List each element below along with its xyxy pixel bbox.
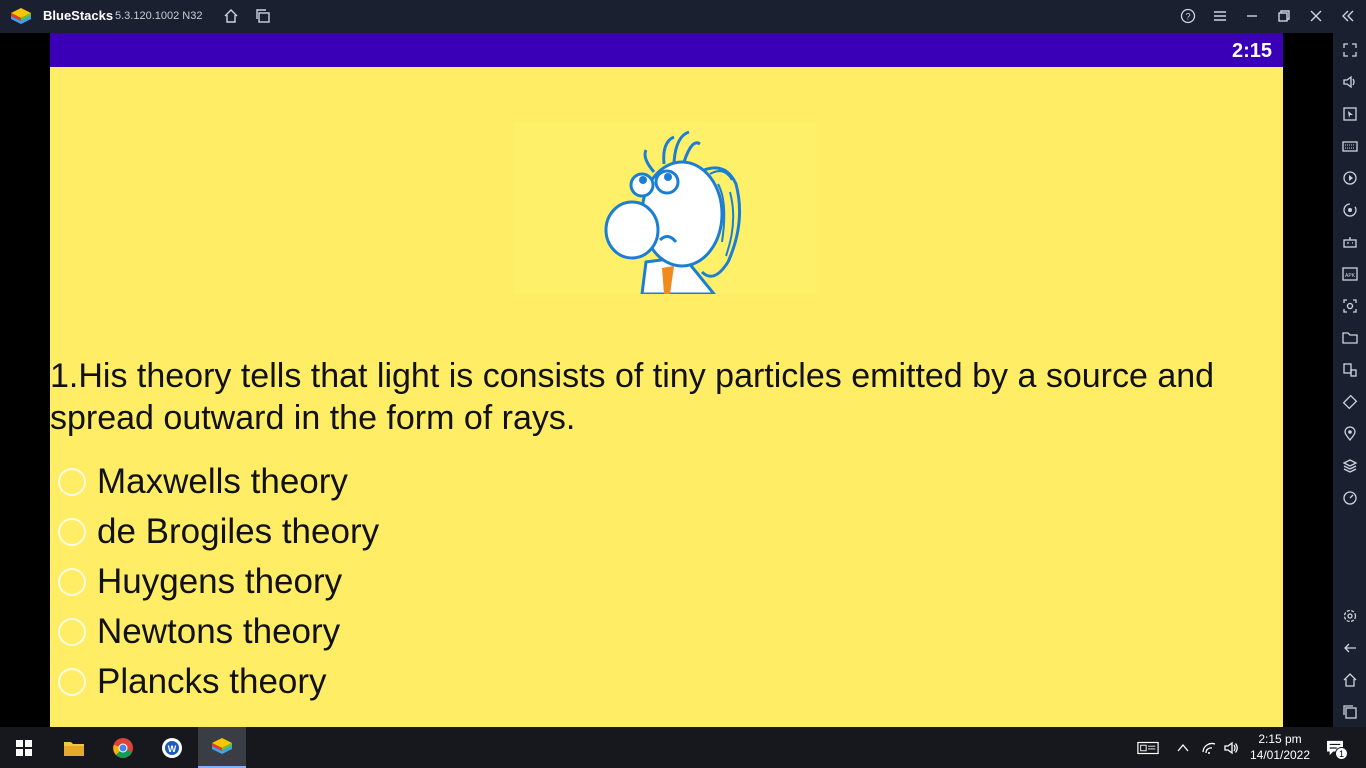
settings-icon[interactable] bbox=[1341, 607, 1358, 624]
apk-install-icon[interactable]: APK bbox=[1341, 265, 1358, 282]
chrome-icon[interactable] bbox=[99, 727, 147, 768]
file-explorer-icon[interactable] bbox=[50, 727, 98, 768]
back-icon[interactable] bbox=[1341, 639, 1358, 656]
keyboard-icon[interactable] bbox=[1341, 137, 1358, 154]
radio-button[interactable] bbox=[58, 468, 86, 496]
news-icon[interactable] bbox=[1136, 738, 1160, 758]
option-label: Huygens theory bbox=[97, 562, 343, 601]
pointer-icon[interactable] bbox=[1341, 105, 1358, 122]
rotate-icon[interactable] bbox=[1341, 393, 1358, 410]
notification-center-icon[interactable]: 1 bbox=[1323, 738, 1348, 760]
fullscreen-icon[interactable] bbox=[1341, 41, 1358, 58]
svg-text:APK: APK bbox=[1344, 273, 1355, 279]
svg-text:W: W bbox=[168, 744, 177, 754]
clock-date: 14/01/2022 bbox=[1249, 748, 1311, 762]
app-bar: 2:15 bbox=[50, 33, 1283, 67]
thinking-man-illustration bbox=[514, 122, 817, 294]
collapse-sidebar-icon[interactable] bbox=[1339, 7, 1357, 25]
multi-instance-icon[interactable] bbox=[254, 7, 272, 25]
question-text: 1.His theory tells that light is consist… bbox=[50, 357, 1215, 437]
answer-option-2[interactable]: de Brogiles theory bbox=[58, 509, 379, 555]
bluestacks-titlebar: BlueStacks 5.3.120.1002 N32 ? bbox=[0, 0, 1366, 33]
svg-text:?: ? bbox=[1185, 12, 1190, 22]
minimize-icon[interactable] bbox=[1243, 7, 1261, 25]
bluestacks-sidebar: APK bbox=[1333, 33, 1366, 727]
home-icon[interactable] bbox=[222, 7, 240, 25]
speaker-icon[interactable] bbox=[1221, 738, 1241, 758]
radio-button[interactable] bbox=[58, 668, 86, 696]
system-clock[interactable]: 2:15 pm 14/01/2022 bbox=[1240, 731, 1320, 763]
radio-button[interactable] bbox=[58, 518, 86, 546]
quiz-app: 2:15 1.His theory tells that light is co… bbox=[50, 33, 1283, 727]
layers-icon[interactable] bbox=[1341, 457, 1358, 474]
sync-icon[interactable] bbox=[1341, 201, 1358, 218]
recent-apps-icon[interactable] bbox=[1341, 703, 1358, 720]
menu-icon[interactable] bbox=[1211, 7, 1229, 25]
folder-icon[interactable] bbox=[1341, 329, 1358, 346]
app-version: 5.3.120.1002 N32 bbox=[115, 10, 203, 22]
bluestacks-logo-icon bbox=[11, 8, 31, 24]
notification-badge: 1 bbox=[1335, 747, 1348, 760]
app-w-icon[interactable]: W bbox=[148, 727, 196, 768]
answer-option-5[interactable]: Plancks theory bbox=[58, 659, 327, 705]
screenshot-icon[interactable] bbox=[1341, 297, 1358, 314]
close-icon[interactable] bbox=[1307, 7, 1325, 25]
option-label: Plancks theory bbox=[97, 662, 327, 701]
game-controls-icon[interactable] bbox=[1341, 233, 1358, 250]
option-label: de Brogiles theory bbox=[97, 512, 380, 551]
android-home-icon[interactable] bbox=[1341, 671, 1358, 688]
help-icon[interactable]: ? bbox=[1179, 7, 1197, 25]
windows-start-icon[interactable] bbox=[0, 727, 48, 768]
radio-button[interactable] bbox=[58, 568, 86, 596]
answer-option-4[interactable]: Newtons theory bbox=[58, 609, 340, 655]
volume-icon[interactable] bbox=[1341, 73, 1358, 90]
macro-icon[interactable] bbox=[1341, 169, 1358, 186]
option-label: Maxwells theory bbox=[97, 462, 348, 501]
eco-mode-icon[interactable] bbox=[1341, 489, 1358, 506]
bluestacks-taskbar-icon[interactable] bbox=[198, 727, 246, 768]
windows-taskbar: W 2:15 pm 14/01/2022 1 bbox=[0, 727, 1366, 768]
quiz-timer: 2:15 bbox=[1231, 40, 1272, 62]
radio-button[interactable] bbox=[58, 618, 86, 646]
answer-option-1[interactable]: Maxwells theory bbox=[58, 459, 348, 505]
wifi-icon[interactable] bbox=[1199, 738, 1219, 758]
option-label: Newtons theory bbox=[97, 612, 341, 651]
answer-option-3[interactable]: Huygens theory bbox=[58, 559, 342, 605]
restore-icon[interactable] bbox=[1275, 7, 1293, 25]
android-screen: 2:15 1.His theory tells that light is co… bbox=[0, 33, 1333, 727]
clock-time: 2:15 pm bbox=[1258, 732, 1302, 746]
app-name: BlueStacks bbox=[43, 8, 114, 23]
multi-window-icon[interactable] bbox=[1341, 361, 1358, 378]
location-icon[interactable] bbox=[1341, 425, 1358, 442]
chevron-up-icon[interactable] bbox=[1173, 738, 1193, 758]
